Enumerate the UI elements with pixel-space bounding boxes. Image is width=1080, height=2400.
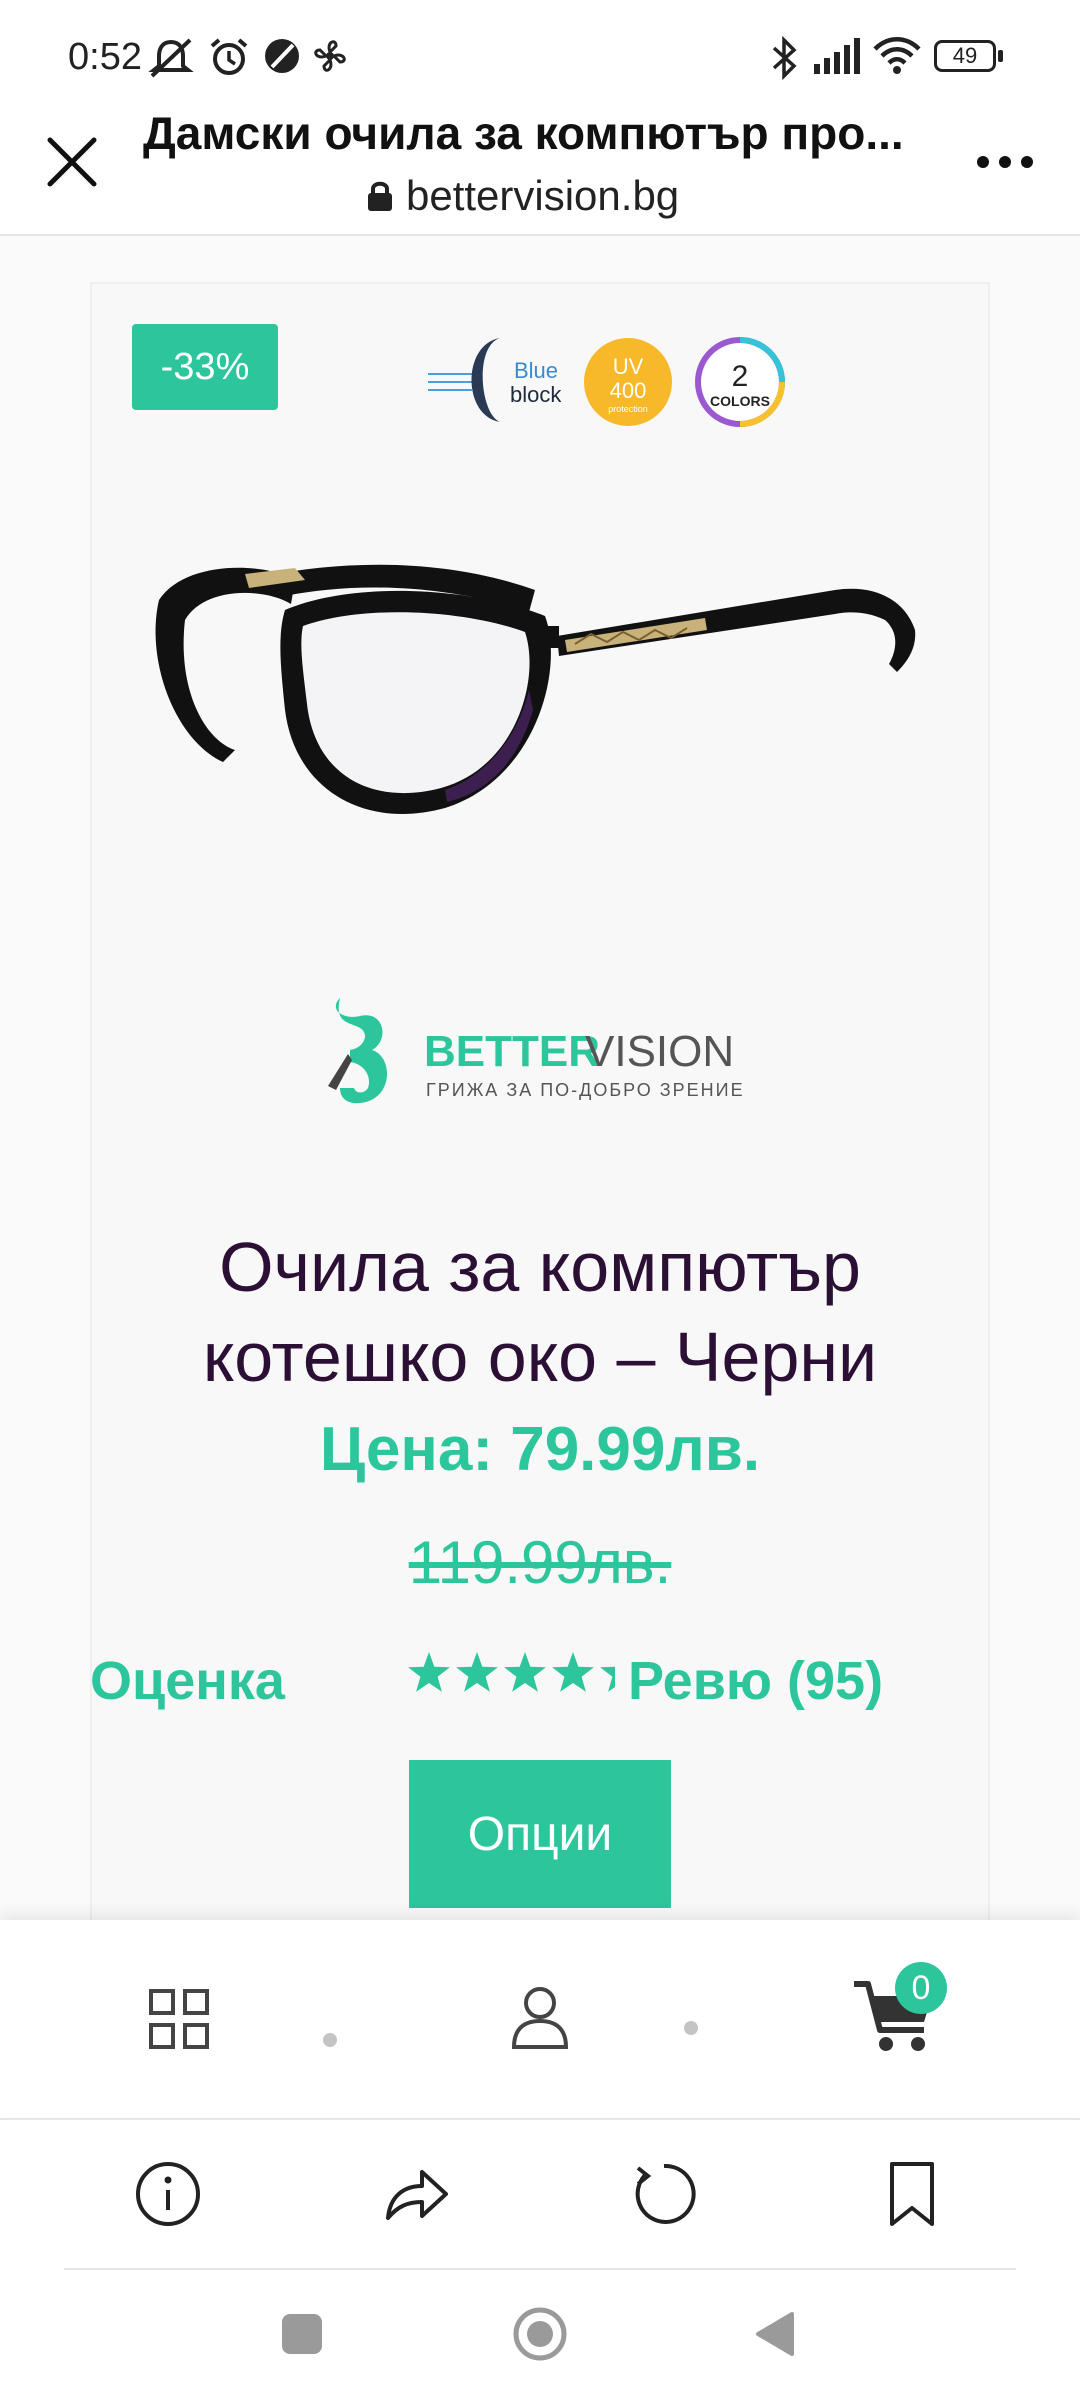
lock-icon: [368, 181, 392, 211]
colors-number: 2: [732, 360, 749, 393]
colors-text: COLORS: [710, 393, 770, 409]
share-icon[interactable]: [382, 2160, 450, 2228]
star-icon: [504, 1652, 546, 1692]
url-bar[interactable]: bettervision.bg: [366, 172, 679, 220]
old-price: 119.99лв.: [408, 1529, 672, 1596]
product-price: Цена: 79.99лв.: [319, 1415, 761, 1484]
two-colors-badge: 2 COLORS: [695, 337, 785, 427]
nav-dot: [684, 2021, 698, 2035]
recent-apps-button[interactable]: [282, 2314, 322, 2354]
data-saver-icon: [265, 39, 299, 73]
bluetooth-icon: [772, 36, 797, 80]
cart-count-badge: 0: [895, 1962, 947, 2014]
signal-icon: [814, 38, 860, 74]
battery-indicator: 49: [934, 40, 996, 72]
blue-block-line2: block: [510, 382, 562, 407]
back-button[interactable]: [752, 2310, 796, 2358]
discount-badge: -33%: [132, 324, 278, 410]
close-icon[interactable]: [40, 130, 104, 194]
options-button[interactable]: Опции: [409, 1760, 671, 1908]
star-icon: [408, 1652, 450, 1692]
blue-block-line1: Blue: [514, 358, 558, 383]
uv-line3: protection: [608, 404, 648, 414]
wifi-icon: [873, 37, 921, 74]
nav-dot: [323, 2033, 337, 2047]
battery-tip: [998, 50, 1003, 62]
feature-badges: Blue block UV 400 protection 2 COLORS: [428, 337, 785, 427]
refresh-icon[interactable]: [630, 2160, 698, 2228]
uv400-badge: UV 400 protection: [584, 338, 672, 426]
reviews-link[interactable]: Ревю (95): [628, 1650, 883, 1712]
bettervision-logo[interactable]: BETTER VISION ГРИЖА ЗА ПО-ДОБРО ЗРЕНИЕ: [320, 990, 760, 1120]
product-name[interactable]: Очила за компютър котешко око – Черни: [90, 1222, 990, 1402]
blue-block-badge: Blue block: [428, 338, 562, 422]
brand-tagline: ГРИЖА ЗА ПО-ДОБРО ЗРЕНИЕ: [426, 1080, 745, 1100]
account-icon[interactable]: [510, 1985, 570, 2049]
mute-notifications-icon: [148, 38, 194, 78]
star-icon: [600, 1666, 615, 1692]
rating-stars: [408, 1652, 615, 1692]
alarm-icon: [210, 38, 248, 75]
url-text: bettervision.bg: [406, 172, 680, 219]
product-image-glasses[interactable]: [145, 540, 965, 880]
fan-icon: [314, 40, 346, 72]
rating-label: Оценка: [90, 1651, 285, 1711]
bookmark-icon[interactable]: [878, 2160, 946, 2228]
home-button[interactable]: [512, 2306, 568, 2362]
status-time: 0:52: [68, 36, 142, 78]
info-icon[interactable]: [134, 2160, 202, 2228]
page-title: Дамски очила за компютър про...: [143, 107, 904, 159]
uv-line1: UV: [613, 354, 644, 379]
more-options-icon[interactable]: [974, 140, 1036, 180]
star-icon: [552, 1652, 594, 1692]
product-name-line2: котешко око – Черни: [202, 1318, 878, 1396]
brand-better: BETTER: [424, 1027, 600, 1076]
star-icon: [456, 1652, 498, 1692]
categories-grid-icon[interactable]: [148, 1988, 210, 2050]
brand-vision: VISION: [585, 1027, 734, 1076]
uv-line2: 400: [610, 378, 647, 403]
product-name-line1: Очила за компютър: [219, 1228, 861, 1306]
battery-level: 49: [952, 43, 978, 68]
